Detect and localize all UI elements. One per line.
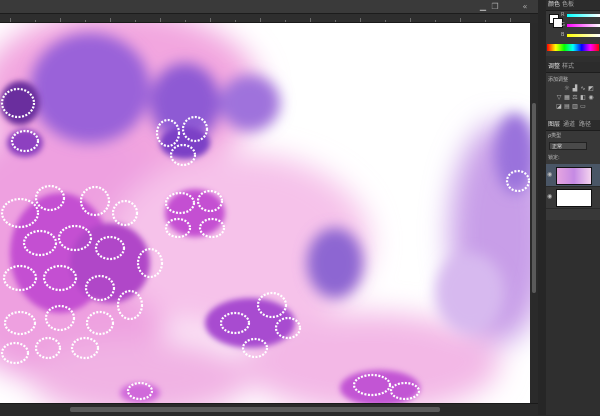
photo-filter-icon[interactable]: ◉	[588, 95, 594, 101]
red-channel-label: R	[561, 12, 565, 18]
horizontal-scrollbar[interactable]	[0, 403, 538, 416]
layer-filter-kind[interactable]: ρ类型	[548, 132, 561, 139]
tab-styles[interactable]: 样式	[562, 63, 574, 71]
brightness-icon[interactable]: ☼	[564, 86, 570, 92]
curves-icon[interactable]: ∿	[580, 86, 586, 92]
vertical-scrollbar[interactable]	[530, 23, 538, 403]
invert-icon[interactable]: ◪	[556, 104, 562, 110]
posterize-icon[interactable]: ▤	[564, 104, 570, 110]
black-white-icon[interactable]: ◧	[580, 95, 586, 101]
document-canvas[interactable]	[0, 23, 530, 403]
color-panel: 颜色 色板 R G B	[546, 0, 600, 56]
green-channel-label: G	[561, 22, 565, 28]
tab-swatches[interactable]: 色板	[562, 1, 574, 9]
eye-icon[interactable]: ◉	[547, 171, 552, 178]
tab-channels[interactable]: 通道	[563, 121, 575, 129]
adjustments-panel: 调整 样式 添加调整 ☼ ▟ ∿ ◩ ▽ ▦ ⚖ ◧ ◉ ◪ ▤ ▥ ▭	[546, 62, 600, 120]
vertical-scroll-thumb[interactable]	[532, 103, 536, 293]
vibrance-icon[interactable]: ▽	[556, 95, 562, 101]
minimize-icon[interactable]: ▁	[478, 3, 488, 11]
red-slider[interactable]: R	[546, 11, 600, 21]
blue-slider[interactable]: B	[546, 31, 600, 41]
color-spectrum[interactable]	[547, 44, 599, 51]
horizontal-ruler	[0, 14, 530, 23]
horizontal-scroll-thumb[interactable]	[70, 407, 440, 412]
layer-thumbnail	[556, 167, 592, 185]
layer-thumbnail	[556, 189, 592, 207]
eye-icon[interactable]: ◉	[547, 193, 552, 200]
color-panel-tabs: 颜色 色板	[546, 0, 600, 11]
tab-paths[interactable]: 路径	[579, 121, 591, 129]
exposure-icon[interactable]: ◩	[588, 86, 594, 92]
layers-panel: 图层 通道 路径 ρ类型 正常 锁定: ◉ ◉	[546, 120, 600, 220]
add-adjustment-label: 添加调整	[548, 77, 569, 83]
panel-icon-strip	[538, 0, 546, 415]
gradient-map-icon[interactable]: ▭	[580, 104, 586, 110]
threshold-icon[interactable]: ▥	[572, 104, 578, 110]
layers-panel-tabs: 图层 通道 路径	[546, 120, 600, 131]
collapse-icon[interactable]: «	[520, 3, 530, 11]
tab-adjustments[interactable]: 调整	[548, 63, 560, 71]
document-tab-bar: ▁ ❐ «	[0, 0, 600, 14]
hue-saturation-icon[interactable]: ▦	[564, 95, 570, 101]
blue-channel-label: B	[561, 32, 565, 38]
green-slider[interactable]: G	[546, 21, 600, 31]
layer-row-artwork[interactable]: ◉	[546, 164, 600, 187]
levels-icon[interactable]: ▟	[572, 86, 578, 92]
color-balance-icon[interactable]: ⚖	[572, 95, 578, 101]
watercolor-artwork	[0, 23, 530, 403]
adjustments-panel-tabs: 调整 样式	[546, 62, 600, 73]
blend-mode-select[interactable]: 正常	[549, 142, 587, 150]
restore-icon[interactable]: ❐	[490, 3, 500, 11]
lock-label: 锁定:	[548, 155, 560, 161]
tab-color[interactable]: 颜色	[548, 1, 560, 9]
layer-row-background[interactable]: ◉	[546, 186, 600, 209]
tab-layers[interactable]: 图层	[548, 121, 560, 129]
